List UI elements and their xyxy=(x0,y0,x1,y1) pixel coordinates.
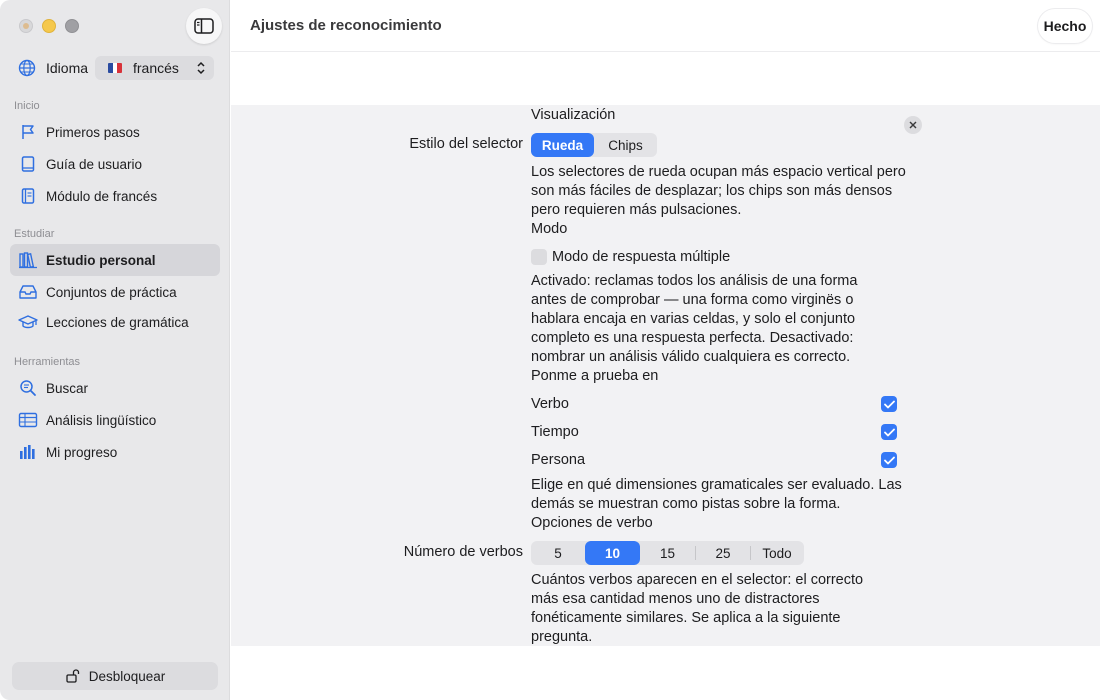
sidebar-toggle-button[interactable] xyxy=(186,8,222,44)
test-item-persona-label: Persona xyxy=(531,452,586,468)
table-icon xyxy=(18,410,38,430)
multi-answer-help-2: antes de comprobar — una forma como virg… xyxy=(531,292,854,308)
verb-count-help-4: pregunta. xyxy=(531,629,593,645)
close-icon xyxy=(909,121,917,129)
sidebar-item-buscar[interactable]: Buscar xyxy=(10,372,220,404)
sidebar-item-lecciones-de-gramatica[interactable]: Lecciones de gramática xyxy=(10,306,220,338)
verb-count-label: Número de verbos xyxy=(403,544,523,560)
segment-10[interactable]: 10 xyxy=(585,541,640,565)
multi-answer-help-3: hablara encaja en varias celdas, y solo … xyxy=(531,311,856,327)
checkmark-icon xyxy=(883,428,895,436)
chevron-up-down-icon xyxy=(197,61,205,75)
multi-answer-checkbox[interactable] xyxy=(531,249,547,265)
section-modo: Modo xyxy=(531,221,568,237)
sidebar-item-label: Mi progreso xyxy=(46,444,118,460)
unlock-icon xyxy=(66,669,79,683)
app-window: Idioma francés Inicio Primeros pasos Guí… xyxy=(0,0,1100,700)
segment-5[interactable]: 5 xyxy=(531,541,585,565)
test-item-tiempo-label: Tiempo xyxy=(531,424,579,440)
checkmark-icon xyxy=(883,456,895,464)
window-controls xyxy=(19,19,79,33)
sidebar-item-label: Buscar xyxy=(46,380,89,396)
section-opciones-de-verbo: Opciones de verbo xyxy=(531,515,653,531)
verb-count-help-1: Cuántos verbos aparecen en el selector: … xyxy=(531,572,864,588)
multi-answer-help-4: completo es una respuesta perfecta. Desa… xyxy=(531,330,854,346)
sidebar-item-label: Análisis lingüístico xyxy=(46,412,157,428)
sidebar-item-mi-progreso[interactable]: Mi progreso xyxy=(10,436,220,468)
france-flag-icon xyxy=(108,63,122,73)
unlock-button[interactable]: Desbloquear xyxy=(12,662,218,690)
sidebar-icon xyxy=(194,18,214,34)
segment-todo[interactable]: Todo xyxy=(751,541,803,565)
checkmark-icon xyxy=(883,400,895,408)
zoom-window-button[interactable] xyxy=(65,19,79,33)
selector-style-help-3: pero requieren más pulsaciones. xyxy=(531,202,742,218)
settings-sheet: Visualización Estilo del selector Rueda … xyxy=(231,105,1100,646)
test-help-2: demás se muestran como pistas sobre la f… xyxy=(531,496,841,512)
main-panel: Ajustes de reconocimiento Hecho Visualiz… xyxy=(231,0,1100,700)
header: Ajustes de reconocimiento Hecho xyxy=(231,0,1100,52)
bar-chart-icon xyxy=(18,442,38,462)
sidebar-item-modulo-de-frances[interactable]: Módulo de francés xyxy=(10,180,220,212)
sidebar-item-label: Lecciones de gramática xyxy=(46,314,189,330)
sidebar: Idioma francés Inicio Primeros pasos Guí… xyxy=(0,0,230,700)
language-select[interactable]: francés xyxy=(95,56,214,80)
done-button[interactable]: Hecho xyxy=(1038,9,1092,43)
graduation-cap-icon xyxy=(18,312,38,332)
test-item-verbo-label: Verbo xyxy=(531,396,569,412)
multi-answer-label: Modo de respuesta múltiple xyxy=(552,249,731,265)
notebook-icon xyxy=(18,186,38,206)
tray-icon xyxy=(18,282,38,302)
section-title-herramientas: Herramientas xyxy=(14,356,81,368)
footer-area xyxy=(231,646,1100,700)
test-item-verbo-checkbox[interactable] xyxy=(881,396,897,412)
sidebar-item-label: Módulo de francés xyxy=(46,188,158,204)
section-title-estudiar: Estudiar xyxy=(14,228,55,240)
multi-answer-help-5: nombrar un análisis válido cualquiera es… xyxy=(531,349,851,365)
sidebar-item-primeros-pasos[interactable]: Primeros pasos xyxy=(10,116,220,148)
minimize-window-button[interactable] xyxy=(42,19,56,33)
segment-15[interactable]: 15 xyxy=(640,541,695,565)
language-value: francés xyxy=(133,60,179,76)
sidebar-item-label: Conjuntos de práctica xyxy=(46,284,177,300)
globe-icon xyxy=(18,59,36,77)
test-help-1: Elige en qué dimensiones gramaticales se… xyxy=(531,477,902,493)
selector-style-segmented: Rueda Chips xyxy=(531,133,657,157)
verb-count-help-3: fonéticamente similares. Se aplica a la … xyxy=(531,610,841,626)
close-sheet-button[interactable] xyxy=(904,116,922,134)
verb-count-segmented: 5 10 15 25 Todo xyxy=(531,541,804,565)
segment-chips[interactable]: Chips xyxy=(594,133,657,157)
selector-style-label: Estilo del selector xyxy=(409,136,523,152)
test-item-tiempo-checkbox[interactable] xyxy=(881,424,897,440)
multi-answer-help-1: Activado: reclamas todos los análisis de… xyxy=(531,273,858,289)
magnifier-icon xyxy=(18,378,38,398)
language-label: Idioma xyxy=(46,60,89,76)
book-icon xyxy=(18,154,38,174)
section-ponme-a-prueba: Ponme a prueba en xyxy=(531,368,659,384)
sidebar-item-label: Primeros pasos xyxy=(46,124,140,140)
segment-rueda[interactable]: Rueda xyxy=(531,133,594,157)
verb-count-help-2: más esa cantidad menos uno de distractor… xyxy=(531,591,820,607)
selector-style-help-2: son más fáciles de desplazar; los chips … xyxy=(531,183,893,199)
segment-25[interactable]: 25 xyxy=(696,541,750,565)
page-title: Ajustes de reconocimiento xyxy=(250,17,442,34)
flag-icon xyxy=(18,122,38,142)
unlock-label: Desbloquear xyxy=(88,668,166,684)
sidebar-item-label: Estudio personal xyxy=(46,252,156,268)
language-row: Idioma francés xyxy=(18,56,214,80)
test-item-persona-checkbox[interactable] xyxy=(881,452,897,468)
sidebar-item-estudio-personal[interactable]: Estudio personal xyxy=(10,244,220,276)
sidebar-item-guia-de-usuario[interactable]: Guía de usuario xyxy=(10,148,220,180)
sidebar-item-label: Guía de usuario xyxy=(46,156,143,172)
sidebar-item-analisis-linguistico[interactable]: Análisis lingüístico xyxy=(10,404,220,436)
books-icon xyxy=(18,250,38,270)
sidebar-item-conjuntos-de-practica[interactable]: Conjuntos de práctica xyxy=(10,276,220,308)
selector-style-help-1: Los selectores de rueda ocupan más espac… xyxy=(531,164,906,180)
close-window-button[interactable] xyxy=(19,19,33,33)
section-title-inicio: Inicio xyxy=(14,100,40,112)
section-visualizacion: Visualización xyxy=(531,107,616,123)
